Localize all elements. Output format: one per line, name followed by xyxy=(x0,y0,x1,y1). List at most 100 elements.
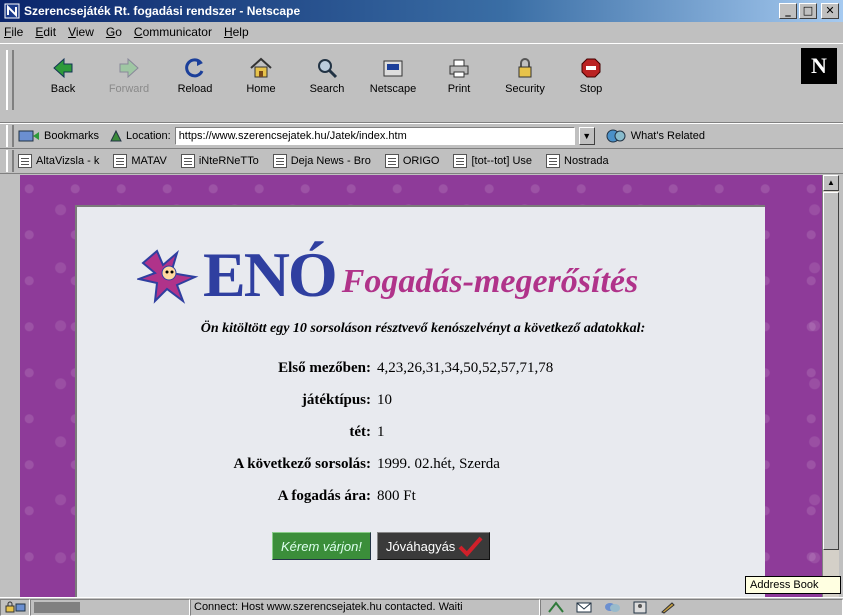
location-url-input[interactable] xyxy=(174,127,575,145)
bookmark-label: [tot--tot] Use xyxy=(471,155,533,167)
navigation-toolbar: Back Forward Reload Home Search Netscape… xyxy=(0,43,843,123)
address-book-tooltip: Address Book xyxy=(745,576,841,594)
bookmark-label: AltaVizsla - k xyxy=(36,155,100,167)
menu-help[interactable]: Help xyxy=(224,25,249,39)
intro-text: Ön kitöltött egy 10 sorsoláson résztvevő… xyxy=(200,321,646,336)
field-value: 10 xyxy=(377,391,392,408)
home-icon xyxy=(250,57,272,78)
scroll-up-arrow-icon[interactable]: ▲ xyxy=(823,175,839,191)
bookmark-matav[interactable]: MATAV xyxy=(113,154,167,168)
mail-icon[interactable] xyxy=(575,601,593,614)
bookmark-internetto[interactable]: iNteRNeTTo xyxy=(180,154,259,168)
close-button[interactable]: ✕ xyxy=(821,3,839,19)
search-button[interactable]: Search xyxy=(294,48,360,98)
security-status[interactable] xyxy=(0,598,30,616)
back-button[interactable]: Back xyxy=(30,48,96,98)
menu-bar: File Edit View Go Communicator Help xyxy=(0,22,843,42)
page-icon xyxy=(384,154,399,168)
forward-label: Forward xyxy=(108,83,150,95)
menu-edit[interactable]: Edit xyxy=(35,25,56,39)
please-wait-button[interactable]: Kérem várjon! xyxy=(272,532,371,560)
menu-view[interactable]: View xyxy=(68,25,94,39)
forward-button[interactable]: Forward xyxy=(96,48,162,98)
page-icon xyxy=(546,154,561,168)
menu-file[interactable]: File xyxy=(4,25,23,39)
home-label: Home xyxy=(246,83,276,95)
discussions-icon[interactable] xyxy=(603,601,621,614)
print-button[interactable]: Print xyxy=(426,48,492,98)
back-label: Back xyxy=(50,83,76,95)
navigator-icon[interactable] xyxy=(547,600,565,614)
bookmark-label: Nostrada xyxy=(564,155,609,167)
print-label: Print xyxy=(447,83,471,95)
stop-icon xyxy=(581,58,601,78)
lock-status-icon xyxy=(5,601,26,613)
minimize-button[interactable]: _ xyxy=(779,3,797,19)
whats-related-button[interactable]: What's Related xyxy=(605,128,705,144)
field-row-game-type: játéktípus: 10 xyxy=(77,384,767,416)
menu-communicator[interactable]: Communicator xyxy=(134,25,212,39)
field-row-stake: tét: 1 xyxy=(77,416,767,448)
page-heading: Fogadás-megerősítés xyxy=(341,263,639,300)
search-label: Search xyxy=(309,83,345,95)
bookmark-dejanews[interactable]: Deja News - Bro xyxy=(272,154,371,168)
bookmark-origo[interactable]: ORIGO xyxy=(384,154,440,168)
action-buttons: Kérem várjon! Jóváhagyás xyxy=(272,532,491,560)
confirm-button-label: Jóváhagyás xyxy=(385,538,456,554)
bookmark-nostradamus[interactable]: Nostrada xyxy=(546,154,609,168)
security-button[interactable]: Security xyxy=(492,48,558,98)
netscape-logo[interactable]: N xyxy=(801,48,837,84)
whats-related-icon xyxy=(606,129,626,143)
page-proxy-icon[interactable] xyxy=(109,129,123,143)
bookmarks-button[interactable]: Bookmarks xyxy=(18,129,99,143)
printer-icon xyxy=(449,59,469,78)
stop-button[interactable]: Stop xyxy=(558,48,624,98)
bookmark-use[interactable]: [tot--tot] Use xyxy=(453,154,532,168)
page-icon xyxy=(272,154,287,168)
location-toolbar: Bookmarks Location: ▼ What's Related xyxy=(0,123,843,149)
progress-fill xyxy=(34,601,80,613)
whats-related-label: What's Related xyxy=(630,130,705,142)
security-label: Security xyxy=(505,83,545,95)
page-content: ENÓ Fogadás-megerősítés Ön kitöltött egy… xyxy=(20,175,822,597)
title-bar: Szerencsejáték Rt. fogadási rendszer - N… xyxy=(0,0,843,22)
personal-grip[interactable] xyxy=(6,150,14,172)
composer-icon[interactable] xyxy=(659,601,677,614)
back-arrow-icon xyxy=(53,57,73,79)
keno-logo-text: ENÓ xyxy=(203,239,338,310)
page-icon xyxy=(180,154,195,168)
confirm-button[interactable]: Jóváhagyás xyxy=(376,532,491,560)
location-grip[interactable] xyxy=(6,125,14,147)
progress-meter xyxy=(30,598,190,616)
field-value: 4,23,26,31,34,50,52,57,71,78 xyxy=(377,359,554,376)
bet-details: Első mezőben: 4,23,26,31,34,50,52,57,71,… xyxy=(77,352,767,512)
location-label-text: Location: xyxy=(126,130,171,142)
field-row-numbers: Első mezőben: 4,23,26,31,34,50,52,57,71,… xyxy=(77,352,767,384)
component-bar xyxy=(540,598,843,616)
field-row-next-draw: A következő sorsolás: 1999. 02.hét, Szer… xyxy=(77,448,767,480)
address-book-icon[interactable] xyxy=(631,601,649,614)
netscape-app-icon xyxy=(4,3,20,19)
bookmarks-label: Bookmarks xyxy=(44,130,100,142)
location-dropdown-button[interactable]: ▼ xyxy=(578,127,595,145)
status-bar: Connect: Host www.szerencsejatek.hu cont… xyxy=(0,597,843,616)
maximize-button[interactable]: □ xyxy=(799,3,817,19)
menu-go[interactable]: Go xyxy=(106,25,122,39)
personal-toolbar: AltaVizsla - k MATAV iNteRNeTTo Deja New… xyxy=(0,149,843,174)
scroll-thumb[interactable] xyxy=(823,192,839,550)
location-label: Location: xyxy=(109,129,171,143)
bookmark-label: ORIGO xyxy=(402,155,440,167)
keno-mascot-logo xyxy=(137,249,199,304)
reload-icon xyxy=(185,58,204,78)
bookmarks-icon xyxy=(18,130,39,142)
field-label: tét: xyxy=(349,423,371,440)
field-label: játéktípus: xyxy=(301,391,371,408)
bookmark-altavizsla[interactable]: AltaVizsla - k xyxy=(18,154,99,168)
toolbar-grip[interactable] xyxy=(6,50,14,110)
home-button[interactable]: Home xyxy=(228,48,294,98)
netscape-button[interactable]: Netscape xyxy=(360,48,426,98)
field-label: Első mezőben: xyxy=(278,359,371,376)
vertical-scrollbar[interactable]: ▲ xyxy=(822,175,839,597)
bookmark-label: MATAV xyxy=(131,155,167,167)
reload-button[interactable]: Reload xyxy=(162,48,228,98)
